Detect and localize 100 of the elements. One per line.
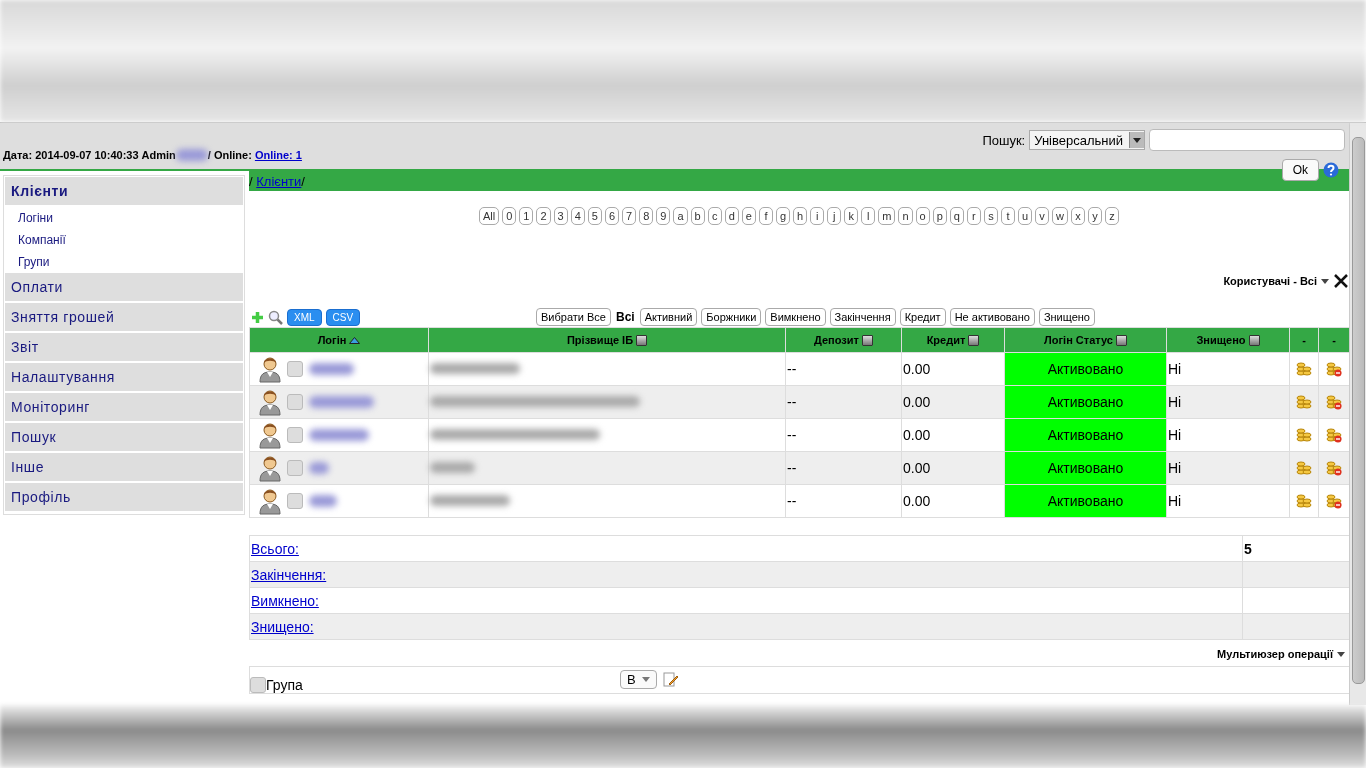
column-header[interactable]: Знищено [1166,327,1290,353]
letter-filter-button[interactable]: f [759,207,773,225]
letter-filter-button[interactable]: 8 [639,207,654,225]
sidebar-section[interactable]: Зняття грошей [5,303,243,331]
column-toggle-icon[interactable] [968,334,980,346]
table-cell: 0.00 [901,451,1005,485]
filter-tab[interactable]: Кредит [899,308,946,326]
row-checkbox[interactable] [287,361,303,377]
group-checkbox[interactable] [250,677,266,693]
letter-filter-button[interactable]: t [1000,207,1015,225]
row-checkbox[interactable] [287,460,303,476]
caret-icon[interactable] [641,677,650,682]
column-toggle-icon[interactable] [1248,334,1260,346]
summary-link[interactable]: Вимкнено: [251,592,319,609]
column-header[interactable]: Логін Статус [1004,327,1167,353]
summary-link[interactable]: Всього: [251,540,299,557]
letter-filter-button[interactable]: l [861,207,876,225]
letter-filter-button[interactable]: k [844,207,859,225]
search-mode-dropdown[interactable]: Універсальний [1029,130,1145,150]
column-header[interactable]: - [1289,327,1319,353]
column-header[interactable]: Депозит [785,327,902,353]
column-header[interactable]: Логін [249,327,429,353]
letter-filter-button[interactable]: o [915,207,930,225]
group-dropdown[interactable]: В [620,670,657,689]
letter-filter-button[interactable]: 6 [605,207,620,225]
sidebar-section[interactable]: Профіль [5,483,243,511]
column-toggle-icon[interactable] [1115,334,1127,346]
letter-filter-button[interactable]: e [741,207,756,225]
letter-filter-button[interactable]: c [707,207,722,225]
sidebar-section[interactable]: Звіт [5,333,243,361]
sidebar-section[interactable]: Налаштування [5,363,243,391]
sort-ascending-icon[interactable] [349,336,361,344]
letter-filter-button[interactable]: w [1052,207,1068,225]
letter-filter-button[interactable]: h [793,207,808,225]
table-cell: Ні [1166,451,1290,485]
letter-filter-button[interactable]: j [827,207,842,225]
summary-link[interactable]: Закінчення: [251,566,327,583]
search-icon[interactable] [268,309,283,325]
letter-filter-button[interactable]: p [932,207,947,225]
summary-link[interactable]: Знищено: [251,618,314,635]
row-checkbox[interactable] [287,493,303,509]
letter-filter-button[interactable]: z [1105,207,1119,225]
sidebar-section[interactable]: Інше [5,453,243,481]
user-icon [259,355,281,383]
search-field[interactable] [1149,129,1345,151]
filter-tab[interactable]: Активний [639,308,698,326]
column-header[interactable]: - [1318,327,1350,353]
filter-tab[interactable]: Знищено [1038,308,1095,326]
letter-filter-button[interactable]: b [690,207,705,225]
column-toggle-icon[interactable] [861,334,873,346]
sidebar-section[interactable]: Клієнти [5,177,243,205]
tools-icon[interactable] [1333,273,1349,289]
letter-filter-button[interactable]: All [479,207,500,225]
dropdown-caret-icon[interactable] [1321,278,1329,284]
row-checkbox[interactable] [287,427,303,443]
sidebar-section[interactable]: Моніторинг [5,393,243,421]
row-checkbox[interactable] [287,394,303,410]
letter-filter-button[interactable]: a [673,207,688,225]
breadcrumb-link[interactable]: Клієнти [256,173,302,189]
letter-filter-button[interactable]: u [1017,207,1033,225]
letter-filter-button[interactable]: 1 [519,207,534,225]
letter-filter-button[interactable]: 5 [587,207,602,225]
letter-filter-button[interactable]: 4 [570,207,585,225]
letter-filter-button[interactable]: 3 [553,207,568,225]
sidebar-item[interactable]: Групи [5,251,243,273]
online-link[interactable]: Online: 1 [254,149,302,161]
letter-filter-button[interactable]: y [1088,207,1102,225]
filter-tab[interactable]: Закінчення [829,308,896,326]
filter-tab[interactable]: Вибрати Все [536,308,611,326]
column-toggle-icon[interactable] [636,334,648,346]
letter-filter-button[interactable]: i [810,207,825,225]
letter-filter-button[interactable]: 7 [622,207,637,225]
sidebar-section[interactable]: Пошук [5,423,243,451]
letter-filter-button[interactable]: 0 [502,207,517,225]
scrollbar[interactable] [1349,123,1366,705]
dropdown-caret-icon[interactable] [1337,651,1345,657]
filter-tab[interactable]: Не активовано [949,308,1035,326]
letter-filter-button[interactable]: r [966,207,981,225]
column-header[interactable]: Кредит [901,327,1005,353]
sidebar-item[interactable]: Компанії [5,229,243,251]
letter-filter-button[interactable]: m [878,207,896,225]
letter-filter-button[interactable]: x [1071,207,1085,225]
column-header[interactable]: Прізвище ІБ [428,327,786,353]
user-icon [259,487,281,515]
letter-filter-button[interactable]: d [724,207,739,225]
letter-filter-button[interactable]: s [983,207,998,225]
caret-icon[interactable] [1133,137,1141,143]
letter-filter-button[interactable]: g [776,207,791,225]
filter-tab[interactable]: Вимкнено [765,308,826,326]
letter-filter-button[interactable]: v [1035,207,1050,225]
help-icon[interactable] [1323,162,1339,178]
ok-button[interactable]: Ok [1281,159,1319,181]
sidebar-item[interactable]: Логіни [5,207,243,229]
sidebar-section[interactable]: Оплати [5,273,243,301]
edit-icon[interactable] [662,672,679,688]
filter-tab[interactable]: Боржники [701,308,762,326]
letter-filter-button[interactable]: n [898,207,913,225]
letter-filter-button[interactable]: 2 [536,207,551,225]
letter-filter-button[interactable]: 9 [656,207,671,225]
letter-filter-button[interactable]: q [949,207,964,225]
